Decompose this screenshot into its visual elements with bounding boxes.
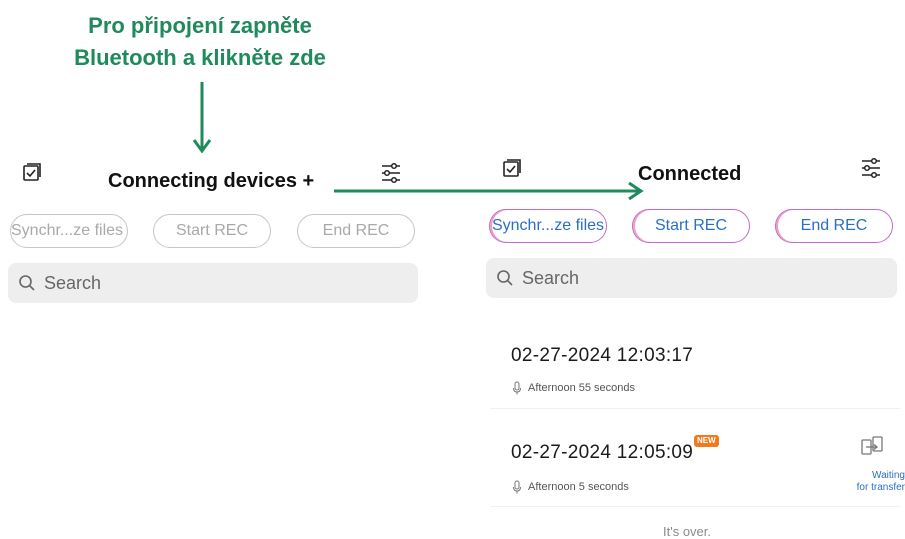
- end-rec-button[interactable]: End REC: [297, 214, 415, 248]
- search-placeholder: Search: [522, 267, 580, 288]
- recording-duration: 5 seconds: [578, 481, 629, 493]
- microphone-icon: [513, 480, 521, 494]
- recording-meta: Afternoon 55 seconds: [512, 381, 635, 395]
- recording-meta: Afternoon 5 seconds: [512, 480, 629, 494]
- connected-panel: Connected Synchr...ze files Start REC En…: [480, 150, 905, 539]
- microphone-icon: [513, 381, 521, 395]
- sync-files-button[interactable]: Synchr...ze files: [10, 214, 128, 248]
- sync-files-button[interactable]: Synchr...ze files: [489, 209, 607, 243]
- new-badge: NEW: [694, 435, 719, 447]
- sliders-icon[interactable]: [380, 162, 402, 184]
- start-rec-button[interactable]: Start REC: [153, 214, 271, 248]
- divider: [490, 408, 900, 409]
- end-rec-button[interactable]: End REC: [775, 209, 893, 243]
- search-bar[interactable]: Search: [8, 263, 418, 303]
- search-bar[interactable]: Search: [486, 258, 897, 298]
- sliders-icon[interactable]: [860, 157, 882, 179]
- connecting-header: Connecting devices +: [0, 150, 430, 200]
- connecting-devices-title[interactable]: Connecting devices +: [108, 170, 314, 193]
- start-rec-button[interactable]: Start REC: [632, 209, 750, 243]
- checklist-icon[interactable]: [22, 162, 42, 182]
- transfer-status-line-1: Waiting: [872, 470, 905, 481]
- transfer-icon[interactable]: [860, 435, 884, 459]
- recording-period: Afternoon: [528, 481, 576, 493]
- search-icon: [19, 275, 35, 291]
- search-icon: [497, 270, 513, 286]
- recording-duration: 55 seconds: [578, 382, 636, 394]
- connected-header: Connected: [480, 150, 905, 200]
- checklist-icon[interactable]: [502, 158, 522, 178]
- transfer-status-line-2: for transfer: [856, 482, 905, 493]
- recording-datetime: 02-27-2024 12:05:09: [511, 442, 694, 463]
- connecting-panel: Connecting devices + Synchr...ze files S…: [0, 150, 430, 303]
- search-placeholder: Search: [44, 272, 102, 293]
- end-of-list-text: It's over.: [663, 524, 712, 539]
- connected-title[interactable]: Connected: [638, 163, 741, 186]
- recording-period: Afternoon: [528, 382, 576, 394]
- divider: [490, 506, 900, 507]
- transfer-status: Waiting for transfer: [835, 470, 905, 494]
- recording-datetime: 02-27-2024 12:03:17: [511, 345, 694, 366]
- down-arrow: [192, 82, 212, 154]
